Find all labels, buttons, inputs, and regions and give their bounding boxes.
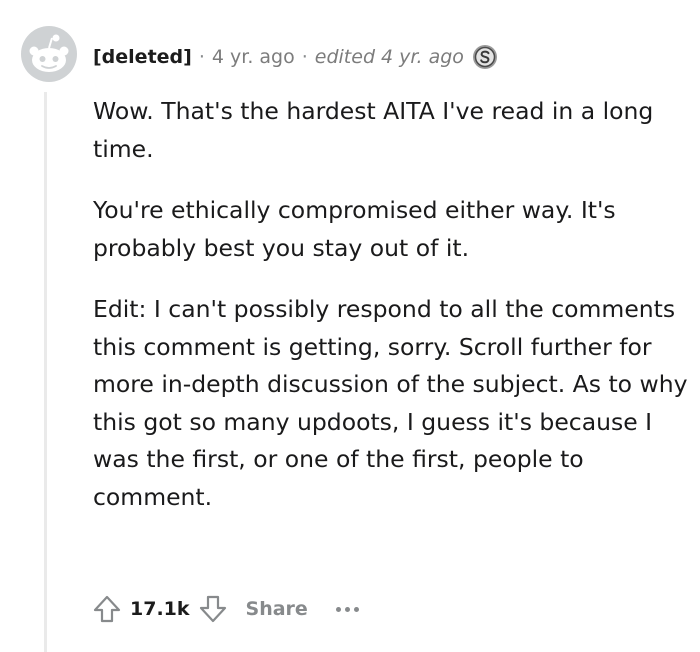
- thread-line[interactable]: [44, 92, 47, 652]
- downvote-button[interactable]: [192, 588, 234, 630]
- deleted-user-avatar-icon: [21, 26, 77, 82]
- meta-separator: ·: [301, 46, 308, 68]
- upvote-arrow-icon: [93, 595, 121, 623]
- meta-separator: ·: [198, 46, 205, 68]
- comment-paragraph: You're ethically compromised either way.…: [93, 196, 616, 262]
- comment-author[interactable]: [deleted]: [93, 46, 192, 68]
- share-button[interactable]: Share: [246, 598, 308, 620]
- edited-timestamp: edited 4 yr. ago: [314, 46, 464, 68]
- comment-paragraph: Edit: I can't possibly respond to all th…: [93, 295, 688, 511]
- vote-score: 17.1k: [130, 598, 190, 620]
- avatar[interactable]: [21, 26, 77, 82]
- comment-actions: 17.1k Share: [86, 588, 359, 630]
- more-options-icon[interactable]: [335, 606, 359, 612]
- downvote-arrow-icon: [199, 595, 226, 623]
- comment-timestamp[interactable]: 4 yr. ago: [212, 46, 295, 68]
- comment-meta: [deleted] · 4 yr. ago · edited 4 yr. ago: [93, 41, 498, 73]
- comment-paragraph: Wow. That's the hardest AITA I've read i…: [93, 97, 654, 163]
- upvote-button[interactable]: [86, 588, 128, 630]
- comment-body: Wow. That's the hardest AITA I've read i…: [93, 93, 693, 540]
- silver-award-icon[interactable]: [472, 44, 498, 70]
